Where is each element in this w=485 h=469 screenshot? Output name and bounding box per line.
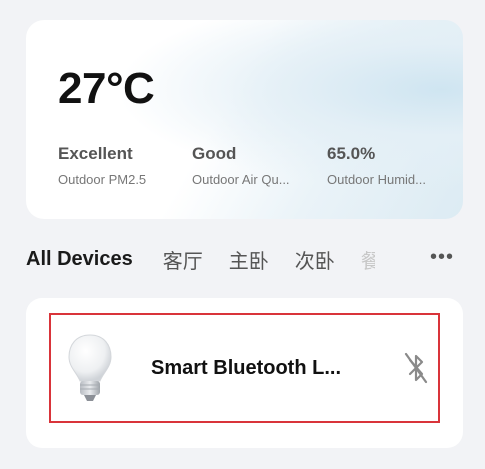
metric-value: Good xyxy=(192,144,237,163)
metric-air-quality: Good Outdoor Air Qu... xyxy=(192,144,290,187)
bulb-icon xyxy=(68,334,112,401)
metric-value: 65.0% xyxy=(327,144,376,163)
tab-all-devices[interactable]: All Devices xyxy=(26,248,133,271)
bluetooth-off-icon xyxy=(404,352,428,384)
room-tabs: All Devices 客厅 主卧 次卧 餐 ••• xyxy=(26,242,463,276)
device-card[interactable]: Smart Bluetooth L... xyxy=(49,313,440,423)
metric-humidity: 65.0% Outdoor Humid... xyxy=(327,144,426,187)
device-name: Smart Bluetooth L... xyxy=(151,356,341,379)
device-list: Smart Bluetooth L... xyxy=(26,298,463,448)
metric-value: Excellent xyxy=(58,144,133,163)
metric-label: Outdoor Air Qu... xyxy=(192,172,290,187)
temperature: 27°C xyxy=(58,64,155,113)
more-tabs-button[interactable]: ••• xyxy=(430,246,454,269)
metric-pm25: Excellent Outdoor PM2.5 xyxy=(58,144,146,187)
tab-living-room[interactable]: 客厅 xyxy=(163,245,203,274)
weather-card[interactable]: 27°C Excellent Outdoor PM2.5 Good Outdoo… xyxy=(26,20,463,219)
tab-master-bedroom[interactable]: 主卧 xyxy=(229,245,269,274)
metric-label: Outdoor PM2.5 xyxy=(58,172,147,187)
tab-second-bedroom[interactable]: 次卧 xyxy=(295,245,335,274)
tab-dining-room[interactable]: 餐 xyxy=(361,245,375,274)
metric-label: Outdoor Humid... xyxy=(327,172,426,187)
